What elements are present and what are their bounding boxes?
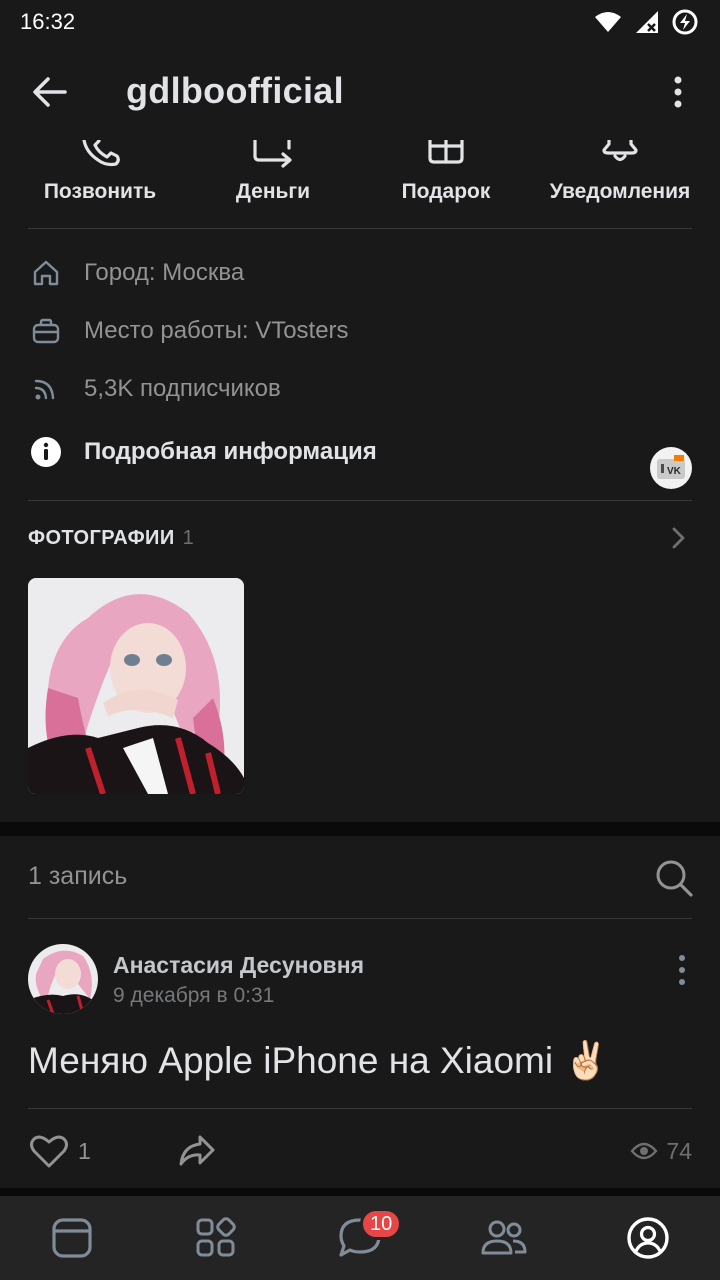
more-vertical-icon[interactable]	[672, 952, 692, 988]
gift-action[interactable]: Подарок	[361, 140, 531, 228]
services-tab[interactable]	[144, 1196, 288, 1280]
page-title: gdlboofficial	[126, 70, 344, 111]
city-text: Город: Москва	[84, 259, 245, 286]
friends-icon	[481, 1220, 527, 1255]
wall-section: 1 запись Анастасия Десуновня 9 декабря в…	[0, 836, 720, 1188]
info-icon	[30, 436, 62, 468]
rss-icon	[30, 373, 62, 405]
briefcase-icon	[30, 315, 62, 347]
bell-icon	[602, 140, 638, 162]
back-button[interactable]	[26, 68, 74, 116]
profile-tab[interactable]	[576, 1196, 720, 1280]
divider	[28, 1108, 692, 1109]
money-transfer-icon	[253, 140, 292, 168]
details-text: Подробная информация	[84, 438, 377, 465]
phone-icon	[82, 140, 120, 167]
photos-header[interactable]: ФОТОГРАФИИ 1	[28, 527, 194, 550]
details-row[interactable]: Подробная информация	[0, 428, 720, 476]
services-icon	[196, 1217, 236, 1257]
profile-actions: Позвонить Деньги Подарок Уведомления	[0, 140, 720, 228]
like-button[interactable]: 1	[30, 1131, 91, 1171]
divider	[28, 500, 692, 501]
gift-label: Подарок	[401, 180, 491, 203]
search-icon[interactable]	[654, 858, 694, 898]
status-bar: 16:32	[0, 0, 720, 44]
messages-tab[interactable]: 10	[288, 1196, 432, 1280]
divider	[28, 918, 692, 919]
followers-text: 5,3K подписчиков	[84, 375, 281, 402]
gift-icon	[428, 140, 464, 164]
bottom-tab-bar: 10	[0, 1196, 720, 1280]
news-tab[interactable]	[0, 1196, 144, 1280]
messages-badge: 10	[360, 1208, 403, 1240]
call-action[interactable]: Позвонить	[15, 140, 185, 228]
like-count: 1	[78, 1137, 91, 1164]
profile-icon	[627, 1217, 669, 1259]
share-icon[interactable]	[178, 1133, 216, 1169]
post-author[interactable]: Анастасия Десуновня	[113, 952, 364, 979]
photo-thumbnail[interactable]	[28, 578, 244, 794]
work-text: Место работы: VTosters	[84, 317, 349, 344]
notifications-action[interactable]: Уведомления	[535, 140, 705, 228]
city-row: Город: Москва	[0, 249, 720, 297]
notifications-label: Уведомления	[549, 180, 691, 203]
divider	[28, 228, 692, 229]
heart-icon	[30, 1135, 68, 1168]
home-icon	[30, 257, 62, 289]
post-text: Меняю Apple iPhone на Xiaomi ✌🏻	[28, 1040, 610, 1081]
more-button[interactable]	[658, 68, 698, 116]
eye-icon	[630, 1142, 658, 1160]
photos-count: 1	[182, 527, 195, 549]
system-icons	[594, 9, 698, 35]
photos-title: ФОТОГРАФИИ	[28, 527, 175, 549]
status-time: 16:32	[20, 9, 76, 34]
profile-card: Позвонить Деньги Подарок Уведомления Гор…	[0, 140, 720, 822]
friends-tab[interactable]	[432, 1196, 576, 1280]
avatar[interactable]	[28, 944, 98, 1014]
top-app-bar: gdlboofficial	[0, 44, 720, 140]
views-count: 74	[666, 1137, 692, 1164]
signal-icon	[636, 11, 658, 33]
money-action[interactable]: Деньги	[188, 140, 358, 228]
money-label: Деньги	[235, 180, 311, 203]
views-counter: 74	[630, 1131, 692, 1171]
more-vertical-icon	[674, 76, 682, 108]
post-footer: 1 74	[0, 1131, 720, 1171]
news-icon	[52, 1218, 92, 1258]
wifi-icon	[595, 12, 621, 32]
arrow-left-icon	[33, 77, 67, 107]
call-label: Позвонить	[43, 180, 157, 203]
battery-charging-icon	[672, 9, 698, 35]
followers-row[interactable]: 5,3K подписчиков	[0, 365, 720, 413]
chevron-right-icon[interactable]	[666, 526, 690, 550]
wall-title: 1 запись	[28, 862, 128, 890]
work-row[interactable]: Место работы: VTosters	[0, 307, 720, 355]
post-date: 9 декабря в 0:31	[113, 984, 275, 1007]
